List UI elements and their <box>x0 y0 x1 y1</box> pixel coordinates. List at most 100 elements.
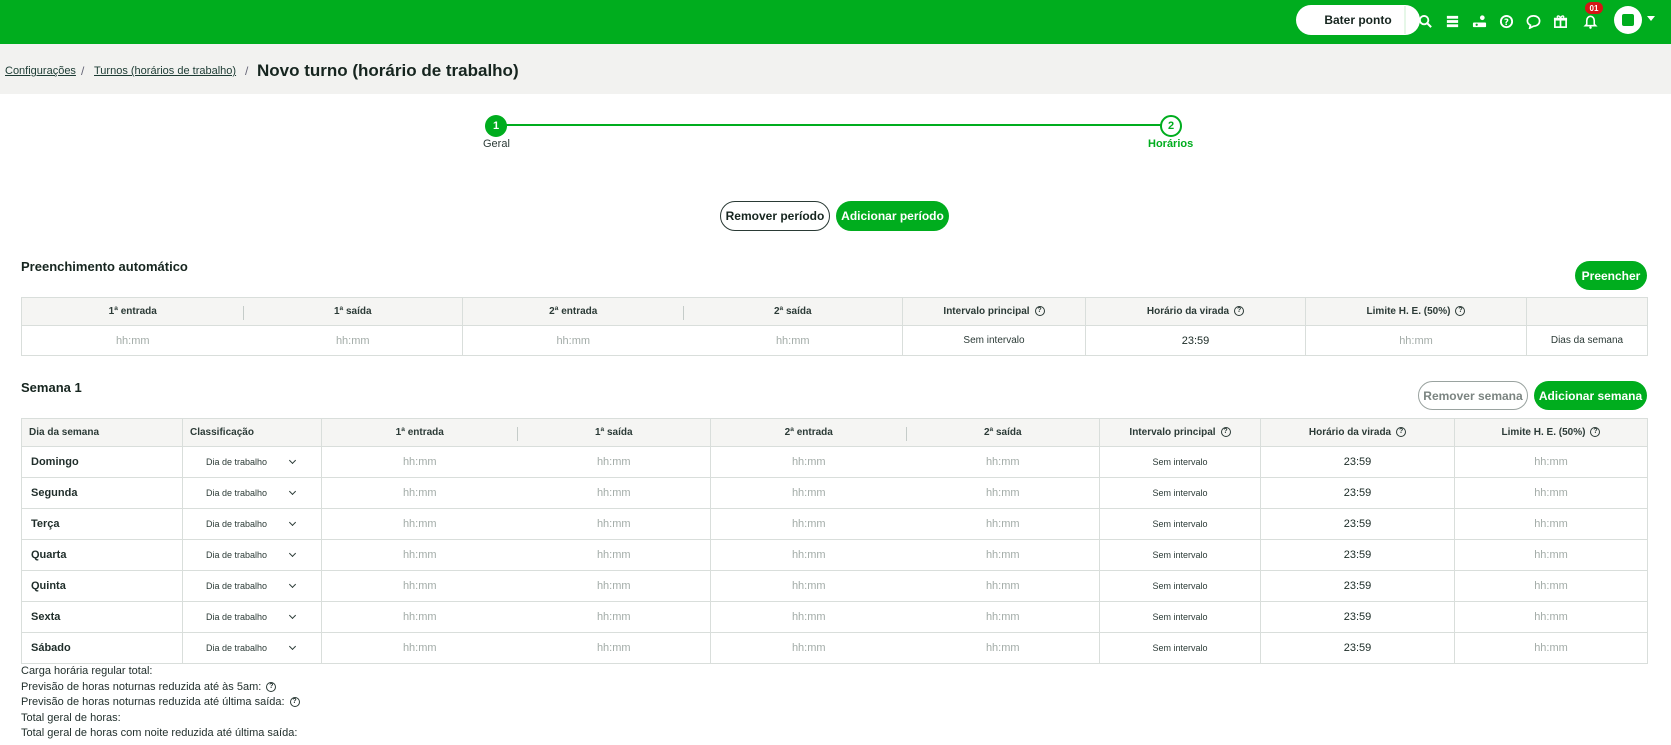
entrada-2-input[interactable]: hh:mm <box>710 632 907 664</box>
entrada-2-input[interactable]: hh:mm <box>710 601 907 633</box>
intervalo-select[interactable]: Sem intervalo <box>1099 601 1261 633</box>
virada-input[interactable]: 23:59 <box>1260 570 1455 602</box>
dias-semana-select[interactable]: Dias da semana <box>1526 325 1648 356</box>
list-icon[interactable] <box>1443 12 1461 30</box>
help-icon[interactable]: ? <box>1234 306 1245 317</box>
entrada-2-input[interactable]: hh:mm <box>710 477 907 509</box>
saida-1-input[interactable]: hh:mm <box>517 508 711 540</box>
limite-input[interactable]: hh:mm <box>1454 539 1648 571</box>
saida-2-input[interactable]: hh:mm <box>906 508 1100 540</box>
remove-week-button[interactable]: Remover semana <box>1418 381 1528 410</box>
gift-icon[interactable] <box>1551 12 1569 30</box>
classification-select[interactable]: Dia de trabalho <box>182 601 322 633</box>
saida-2-input[interactable]: hh:mm <box>906 446 1100 478</box>
chat-icon[interactable] <box>1524 12 1542 30</box>
bell-icon[interactable] <box>1581 12 1599 30</box>
saida-1-input[interactable]: hh:mm <box>517 539 711 571</box>
add-period-button[interactable]: Adicionar período <box>836 201 949 231</box>
col-header: Horário da virada? <box>1260 418 1455 447</box>
entrada-2-input[interactable]: hh:mm <box>462 325 684 356</box>
entrada-1-input[interactable]: hh:mm <box>21 325 244 356</box>
breadcrumb-turnos[interactable]: Turnos (horários de trabalho) <box>94 65 236 77</box>
classification-select[interactable]: Dia de trabalho <box>182 508 322 540</box>
limite-input[interactable]: hh:mm <box>1305 325 1527 356</box>
table-row: hh:mm hh:mm hh:mm hh:mm Sem intervalo 23… <box>21 325 1648 356</box>
chevron-down-icon <box>288 518 297 527</box>
help-icon[interactable]: ? <box>1455 306 1466 317</box>
virada-input[interactable]: 23:59 <box>1260 632 1455 664</box>
add-week-button[interactable]: Adicionar semana <box>1534 381 1647 410</box>
col-header: Horário da virada? <box>1085 297 1306 326</box>
breadcrumb-configuracoes[interactable]: Configurações <box>5 65 76 77</box>
avatar[interactable] <box>1614 6 1642 34</box>
entrada-1-input[interactable]: hh:mm <box>321 539 518 571</box>
intervalo-select[interactable]: Sem intervalo <box>1099 539 1261 571</box>
step-2-circle[interactable]: 2 <box>1160 115 1182 137</box>
entrada-1-input[interactable]: hh:mm <box>321 477 518 509</box>
entrada-1-input[interactable]: hh:mm <box>321 601 518 633</box>
entrada-1-input[interactable]: hh:mm <box>321 446 518 478</box>
classification-select[interactable]: Dia de trabalho <box>182 632 322 664</box>
chevron-down-icon[interactable] <box>1647 16 1655 21</box>
step-1-circle[interactable]: 1 <box>485 115 507 137</box>
limite-input[interactable]: hh:mm <box>1454 508 1648 540</box>
saida-1-input[interactable]: hh:mm <box>517 632 711 664</box>
help-icon[interactable]: ? <box>1590 427 1601 438</box>
entrada-2-input[interactable]: hh:mm <box>710 446 907 478</box>
intervalo-select[interactable]: Sem intervalo <box>1099 446 1261 478</box>
limite-input[interactable]: hh:mm <box>1454 632 1648 664</box>
col-header: 2ª saída <box>906 418 1100 447</box>
summary-carga-total: Carga horária regular total: <box>21 665 153 677</box>
chevron-down-icon <box>288 549 297 558</box>
intervalo-select[interactable]: Sem intervalo <box>1099 632 1261 664</box>
users-money-icon[interactable] <box>1470 12 1488 30</box>
saida-2-input[interactable]: hh:mm <box>906 570 1100 602</box>
entrada-1-input[interactable]: hh:mm <box>321 570 518 602</box>
entrada-1-input[interactable]: hh:mm <box>321 508 518 540</box>
virada-input[interactable]: 23:59 <box>1260 508 1455 540</box>
saida-1-input[interactable]: hh:mm <box>243 325 463 356</box>
intervalo-select[interactable]: Sem intervalo <box>1099 477 1261 509</box>
help-icon[interactable]: ? <box>1497 12 1515 30</box>
classification-select[interactable]: Dia de trabalho <box>182 477 322 509</box>
virada-input[interactable]: 23:59 <box>1260 446 1455 478</box>
classification-select[interactable]: Dia de trabalho <box>182 539 322 571</box>
table-row: Domingo Dia de trabalho hh:mm hh:mm hh:mm hh:… <box>21 446 1648 478</box>
entrada-1-input[interactable]: hh:mm <box>321 632 518 664</box>
classification-select[interactable]: Dia de trabalho <box>182 446 322 478</box>
saida-1-input[interactable]: hh:mm <box>517 570 711 602</box>
limite-input[interactable]: hh:mm <box>1454 601 1648 633</box>
help-icon[interactable]: ? <box>289 697 300 708</box>
limite-input[interactable]: hh:mm <box>1454 446 1648 478</box>
saida-2-input[interactable]: hh:mm <box>906 601 1100 633</box>
limite-input[interactable]: hh:mm <box>1454 477 1648 509</box>
virada-input[interactable]: 23:59 <box>1085 325 1306 356</box>
virada-input[interactable]: 23:59 <box>1260 477 1455 509</box>
intervalo-select[interactable]: Sem intervalo <box>1099 570 1261 602</box>
col-header: 2ª entrada <box>462 297 684 326</box>
bater-ponto-button[interactable]: Bater ponto <box>1296 5 1420 35</box>
entrada-2-input[interactable]: hh:mm <box>710 539 907 571</box>
entrada-2-input[interactable]: hh:mm <box>710 508 907 540</box>
help-icon[interactable]: ? <box>1396 427 1407 438</box>
help-icon[interactable]: ? <box>1034 306 1045 317</box>
intervalo-select[interactable]: Sem intervalo <box>902 325 1086 356</box>
remove-period-button[interactable]: Remover período <box>720 201 830 231</box>
limite-input[interactable]: hh:mm <box>1454 570 1648 602</box>
saida-2-input[interactable]: hh:mm <box>683 325 903 356</box>
entrada-2-input[interactable]: hh:mm <box>710 570 907 602</box>
saida-1-input[interactable]: hh:mm <box>517 477 711 509</box>
help-icon[interactable]: ? <box>266 682 277 693</box>
virada-input[interactable]: 23:59 <box>1260 601 1455 633</box>
classification-select[interactable]: Dia de trabalho <box>182 570 322 602</box>
saida-2-input[interactable]: hh:mm <box>906 632 1100 664</box>
help-icon[interactable]: ? <box>1220 427 1231 438</box>
saida-1-input[interactable]: hh:mm <box>517 446 711 478</box>
search-icon[interactable] <box>1416 12 1434 30</box>
saida-1-input[interactable]: hh:mm <box>517 601 711 633</box>
saida-2-input[interactable]: hh:mm <box>906 477 1100 509</box>
saida-2-input[interactable]: hh:mm <box>906 539 1100 571</box>
fill-button[interactable]: Preencher <box>1575 261 1647 290</box>
intervalo-select[interactable]: Sem intervalo <box>1099 508 1261 540</box>
virada-input[interactable]: 23:59 <box>1260 539 1455 571</box>
